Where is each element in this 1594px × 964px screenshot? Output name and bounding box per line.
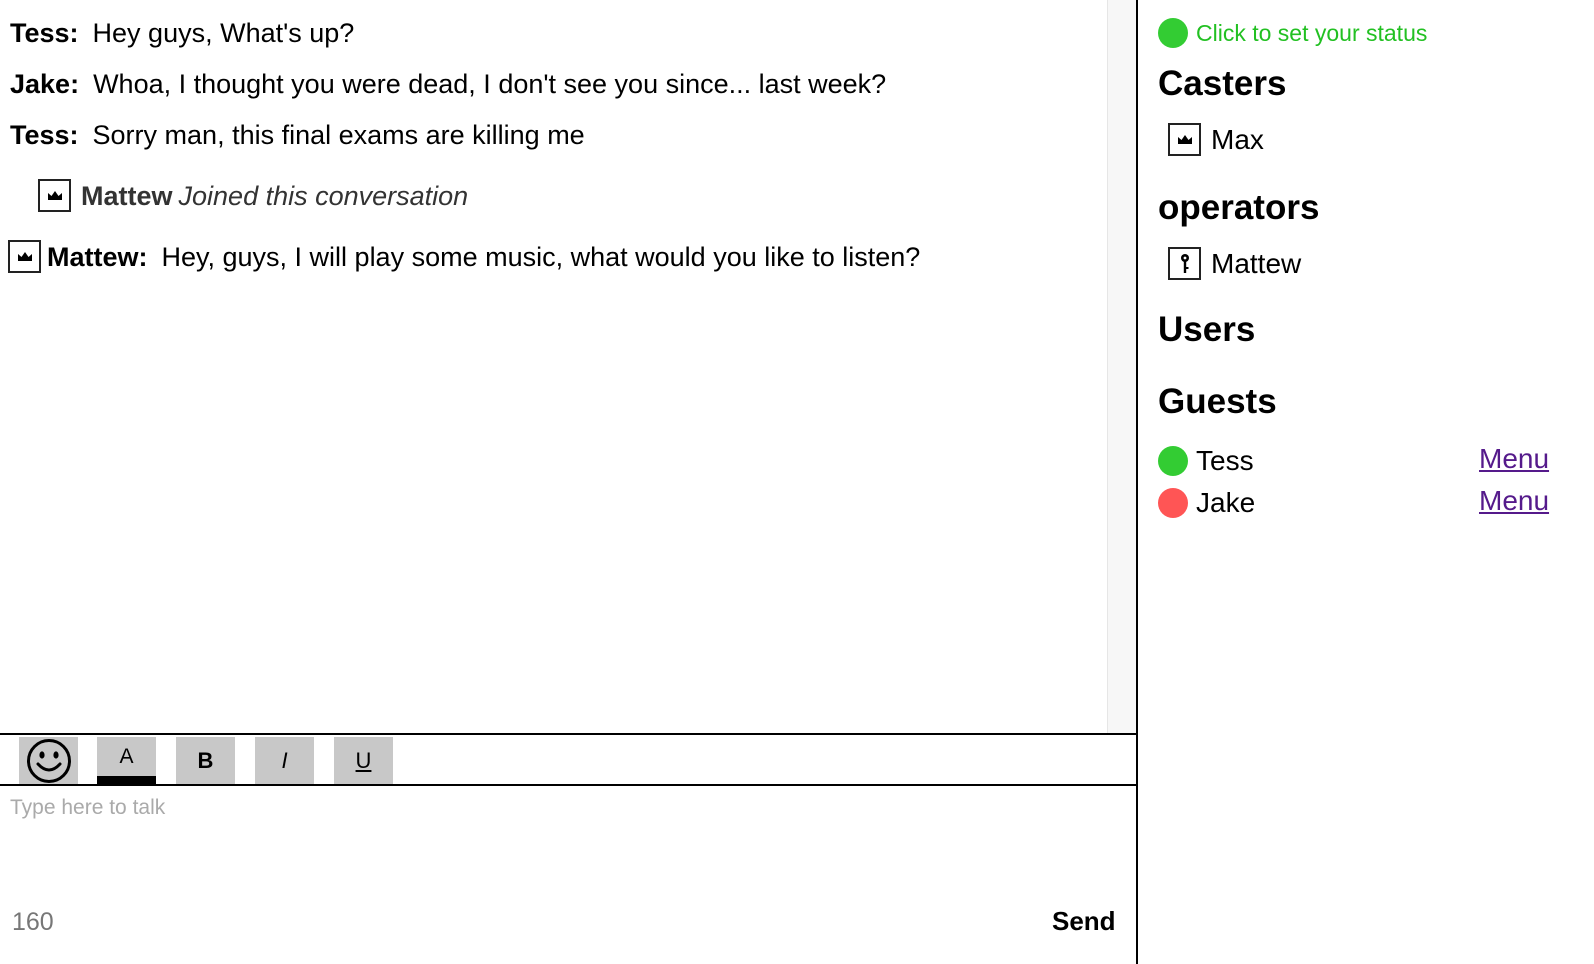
- message-text: Hey, guys, I will play some music, what …: [161, 242, 921, 272]
- crown-icon: [8, 240, 41, 274]
- system-message-text: Joined this conversation: [178, 181, 469, 211]
- message-sender: Jake:: [10, 69, 80, 99]
- emoji-button[interactable]: [19, 737, 78, 784]
- crown-icon: [1168, 123, 1201, 157]
- offline-status-dot: [1158, 487, 1188, 518]
- guest-name: Jake: [1196, 486, 1256, 518]
- message-sender: Tess:: [10, 18, 79, 48]
- smiley-icon: [27, 739, 71, 783]
- chat-message: Jake: Whoa, I thought you were dead, I do…: [10, 67, 886, 101]
- char-counter: 160: [12, 908, 54, 936]
- system-message-name: Mattew: [81, 181, 173, 211]
- status-dot: [1158, 18, 1188, 48]
- format-toolbar: A B I U: [0, 733, 1137, 786]
- underline-button[interactable]: U: [334, 737, 393, 784]
- message-text: Sorry man, this final exams are killing …: [92, 120, 585, 150]
- user-list-pane: Click to set your status Casters Max ope…: [1138, 0, 1594, 964]
- chat-input[interactable]: [0, 786, 1136, 894]
- user-name: Max: [1211, 124, 1264, 155]
- crown-icon: [38, 179, 71, 213]
- guest-name: Tess: [1196, 444, 1254, 476]
- text-color-button[interactable]: A: [97, 737, 156, 784]
- chat-pane: Tess: Hey guys, What's up? Jake: Whoa, I t…: [0, 0, 1137, 964]
- status-setter[interactable]: Click to set your status: [1158, 18, 1427, 48]
- text-color-swatch: [97, 776, 156, 784]
- guest-menu-link[interactable]: Menu: [1479, 443, 1549, 475]
- message-sender: Tess:: [10, 120, 79, 150]
- text-color-label: A: [119, 745, 134, 768]
- message-list: Tess: Hey guys, What's up? Jake: Whoa, I t…: [0, 0, 1107, 733]
- status-link[interactable]: Click to set your status: [1196, 20, 1427, 46]
- system-message: Mattew Joined this conversation: [38, 179, 468, 214]
- user-name: Mattew: [1211, 248, 1302, 279]
- section-title-guests: Guests: [1158, 382, 1277, 421]
- bold-button[interactable]: B: [176, 737, 235, 784]
- guest-item: Tess Menu: [1158, 443, 1594, 477]
- caster-item[interactable]: Max: [1168, 123, 1264, 158]
- section-title-casters: Casters: [1158, 64, 1287, 103]
- guest-menu-link[interactable]: Menu: [1479, 485, 1549, 517]
- guest-item: Jake Menu: [1158, 485, 1594, 519]
- message-text: Hey guys, What's up?: [92, 18, 355, 48]
- message-sender: Mattew:: [47, 242, 148, 272]
- chat-message: Mattew: Hey, guys, I will play some music…: [8, 240, 920, 275]
- section-title-users: Users: [1158, 310, 1256, 349]
- operator-item[interactable]: Mattew: [1168, 247, 1302, 282]
- key-icon: [1168, 247, 1201, 281]
- message-text: Whoa, I thought you were dead, I don't s…: [93, 69, 887, 99]
- italic-button[interactable]: I: [255, 737, 314, 784]
- section-title-operators: operators: [1158, 188, 1320, 227]
- chat-message: Tess: Sorry man, this final exams are kil…: [10, 118, 585, 152]
- send-button[interactable]: Send: [1052, 906, 1116, 937]
- chat-scrollbar[interactable]: [1107, 0, 1137, 733]
- chat-message: Tess: Hey guys, What's up?: [10, 16, 354, 50]
- online-status-dot: [1158, 445, 1188, 476]
